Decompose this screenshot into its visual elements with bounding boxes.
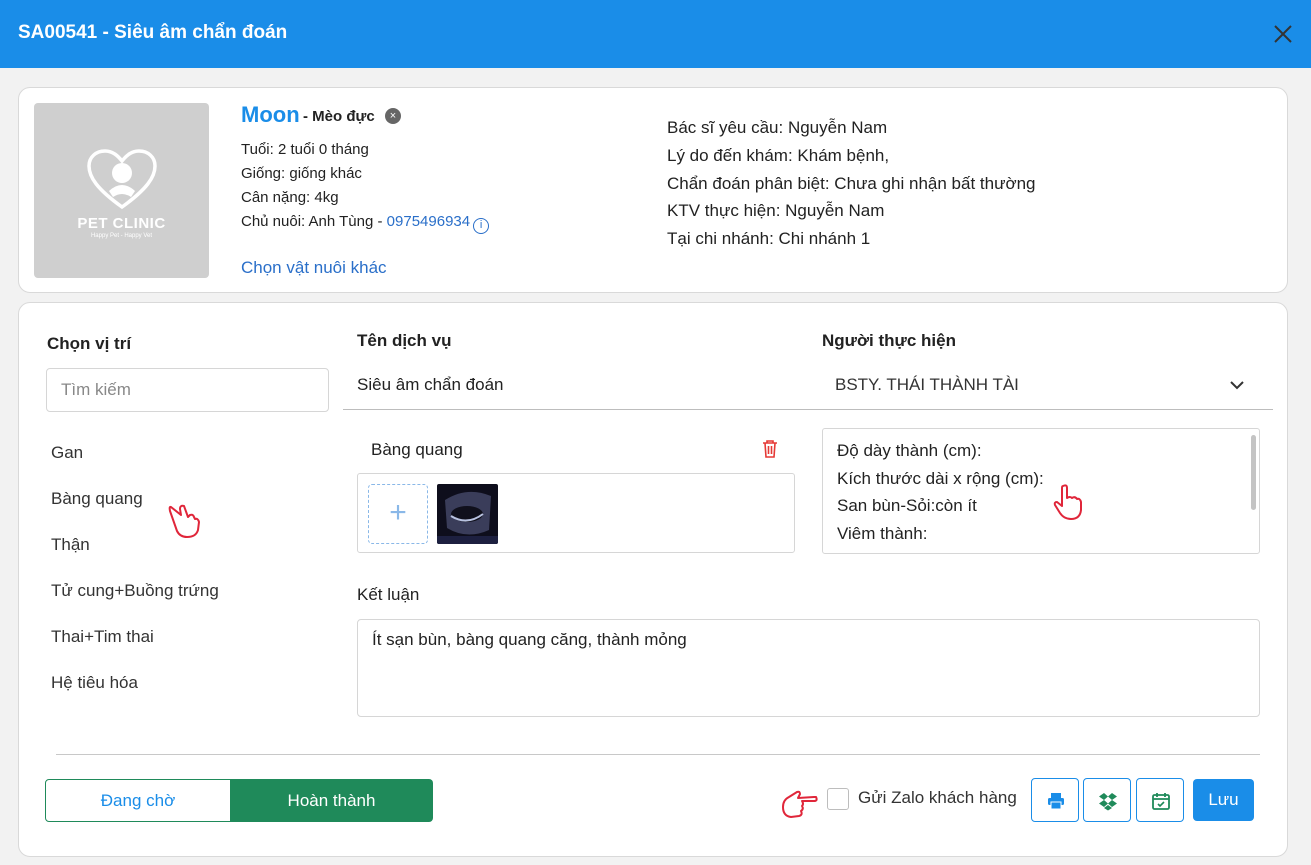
ultrasound-form-card: Chọn vị trí Gan Bàng quang Thận Tử cung+… (18, 302, 1288, 857)
location-item-tieu-hoa[interactable]: Hệ tiêu hóa (51, 673, 138, 693)
location-item-than[interactable]: Thận (51, 535, 90, 555)
remove-pet-icon[interactable]: × (385, 108, 401, 124)
location-item-bang-quang[interactable]: Bàng quang (51, 489, 143, 509)
dropbox-button[interactable] (1083, 778, 1131, 822)
save-button[interactable]: Lưu (1193, 779, 1254, 821)
location-item-tu-cung[interactable]: Tử cung+Buồng trứng (51, 581, 219, 601)
logo-text: PET CLINIC (77, 215, 166, 232)
pet-breed: Giống: giống khác (241, 165, 362, 182)
differential-diagnosis: Chẩn đoán phân biệt: Chưa ghi nhận bất t… (667, 174, 1036, 193)
location-item-thai[interactable]: Thai+Tim thai (51, 627, 154, 647)
send-zalo-checkbox[interactable] (827, 788, 849, 810)
location-title: Chọn vị trí (47, 334, 132, 353)
trash-icon[interactable] (761, 439, 779, 459)
notes-scrollbar[interactable] (1251, 435, 1256, 510)
info-icon[interactable]: i (473, 218, 490, 234)
visit-reason: Lý do đến khám: Khám bệnh, (667, 146, 890, 165)
conclusion-textarea[interactable]: Ít sạn bùn, bàng quang căng, thành mỏng (357, 619, 1260, 717)
logo-subtext: Happy Pet - Happy Vet (90, 233, 153, 239)
organ-name: Bàng quang (371, 440, 463, 459)
calendar-button[interactable] (1136, 778, 1184, 822)
ultrasound-image (437, 491, 498, 544)
pet-age: Tuổi: 2 tuổi 0 tháng (241, 141, 369, 158)
add-image-button[interactable]: + (368, 484, 428, 544)
dialog-title: SA00541 - Siêu âm chẩn đoán (18, 22, 288, 43)
calendar-icon (1152, 793, 1170, 810)
close-icon[interactable] (1269, 20, 1297, 48)
notes-line: San bùn-Sỏi:còn ít (837, 496, 977, 515)
dropbox-icon (1099, 793, 1117, 811)
send-zalo-label: Gửi Zalo khách hàng (858, 788, 1017, 807)
performer-header: Người thực hiện (822, 331, 956, 350)
pointing-hand-icon (1053, 484, 1082, 520)
service-name: Siêu âm chẩn đoán (357, 375, 504, 394)
conclusion-label: Kết luận (357, 585, 420, 604)
pointing-hand-icon (782, 790, 818, 818)
divider (56, 754, 1260, 755)
notes-line: Viêm thành: (837, 523, 928, 543)
owner-phone[interactable]: 0975496934 (387, 213, 470, 230)
pet-info-card: PET CLINIC Happy Pet - Happy Vet Moon - … (18, 87, 1288, 293)
location-search-input[interactable] (46, 368, 329, 412)
request-doctor: Bác sĩ yêu cầu: Nguyễn Nam (667, 118, 888, 137)
done-button[interactable]: Hoàn thành (230, 779, 433, 822)
choose-other-pet-link[interactable]: Chọn vật nuôi khác (241, 258, 387, 278)
divider (343, 409, 1273, 410)
print-button[interactable] (1031, 778, 1079, 822)
notes-line: Độ dày thành (cm): (837, 441, 982, 460)
dialog-header: SA00541 - Siêu âm chẩn đoán (0, 0, 1311, 68)
pet-owner: Chủ nuôi: Anh Tùng - 0975496934 i (241, 213, 490, 234)
notes-line: Kích thước dài x rộng (cm): (837, 468, 1044, 488)
printer-icon (1048, 793, 1064, 810)
chevron-down-icon[interactable] (1227, 375, 1247, 395)
organ-notes-textarea[interactable]: Độ dày thành (cm): Kích thước dài x rộng… (822, 428, 1260, 554)
service-name-header: Tên dịch vụ (357, 331, 452, 350)
waiting-button[interactable]: Đang chờ (45, 779, 231, 822)
pet-avatar: PET CLINIC Happy Pet - Happy Vet (34, 103, 209, 278)
technician: KTV thực hiện: Nguyễn Nam (667, 201, 885, 220)
pet-species: - Mèo đực (303, 108, 375, 125)
heart-logo-icon (87, 149, 157, 210)
owner-name: Chủ nuôi: Anh Tùng - (241, 213, 387, 230)
performer-select[interactable]: BSTY. THÁI THÀNH TÀI (835, 375, 1019, 395)
ultrasound-thumbnail[interactable] (437, 484, 498, 544)
branch: Tại chi nhánh: Chi nhánh 1 (667, 229, 871, 248)
image-gallery: + (357, 473, 795, 553)
pet-weight: Cân nặng: 4kg (241, 189, 339, 206)
pet-name[interactable]: Moon (241, 102, 300, 128)
location-item-gan[interactable]: Gan (51, 443, 83, 463)
pointing-hand-icon (168, 504, 200, 538)
